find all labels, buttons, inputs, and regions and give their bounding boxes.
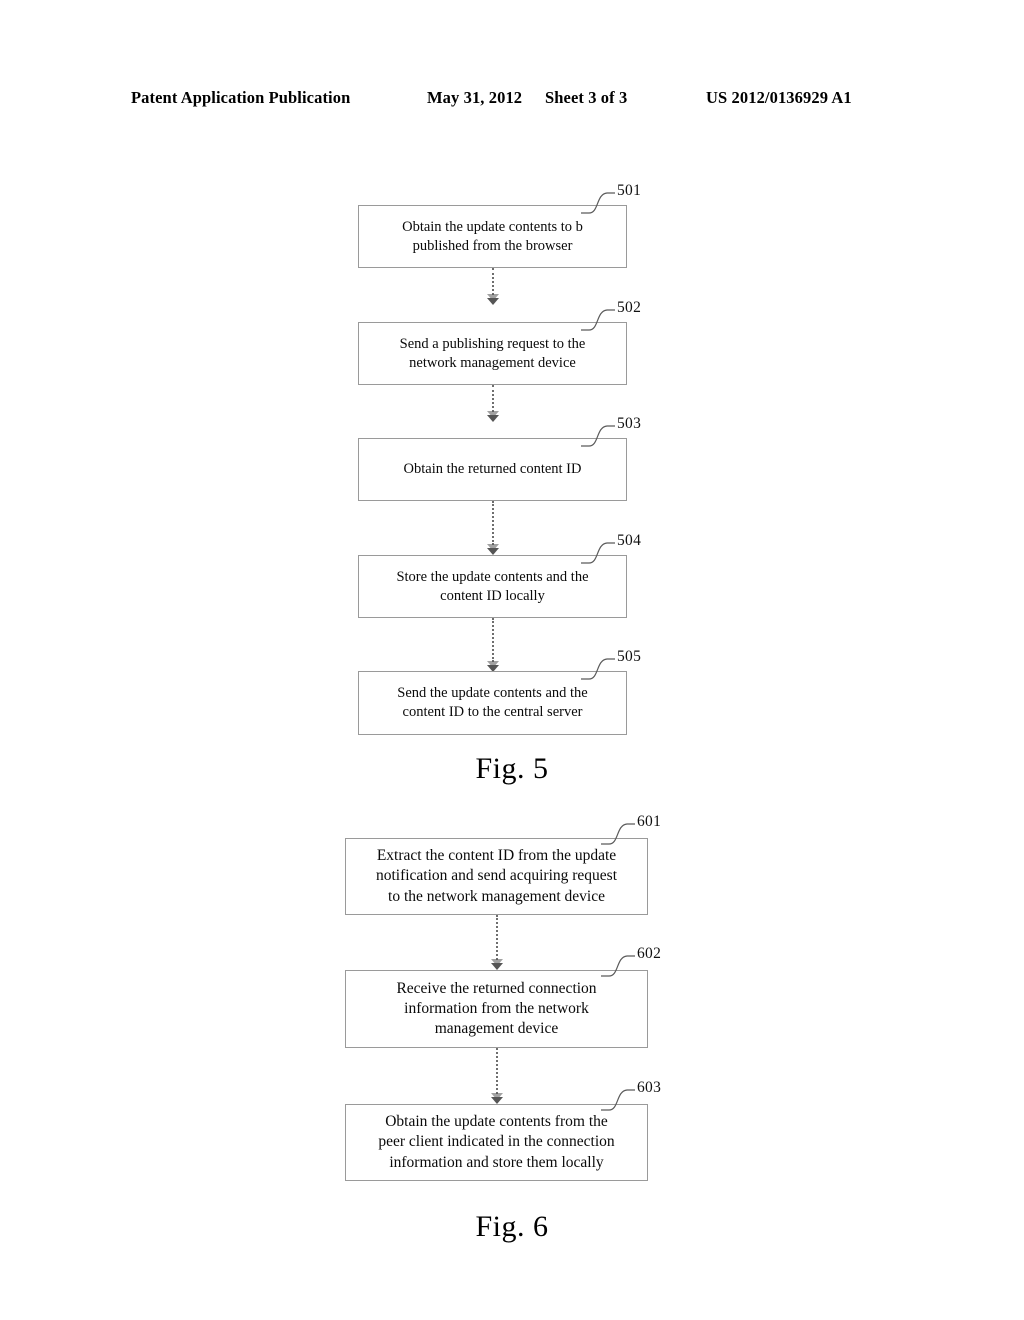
- figure-6: Extract the content ID from the update n…: [0, 805, 1024, 1265]
- flow-step-505: Send the update contents and the content…: [358, 671, 627, 735]
- flow-step-503-text: Obtain the returned content ID: [403, 461, 582, 478]
- header-sheet-label: Sheet 3 of 3: [545, 88, 628, 107]
- ref-number-602: 602: [637, 945, 662, 962]
- ref-number-603: 603: [637, 1079, 662, 1096]
- leader-line-icon: [581, 192, 615, 214]
- header-date-label: May 31, 2012: [427, 88, 523, 107]
- flow-step-501-text: Obtain the update contents to b publishe…: [402, 218, 583, 254]
- ref-number-501: 501: [617, 182, 642, 199]
- connector-504-505: [487, 618, 499, 672]
- ref-number-503: 503: [617, 415, 642, 432]
- flow-step-602: Receive the returned connection informat…: [345, 970, 648, 1048]
- ref-number-504: 504: [617, 532, 642, 549]
- leader-line-icon: [581, 309, 615, 331]
- ref-number-505: 505: [617, 648, 642, 665]
- connector-stem: [492, 501, 494, 545]
- flow-step-505-text: Send the update contents and the content…: [397, 685, 588, 720]
- flow-step-603: Obtain the update contents from the peer…: [345, 1104, 648, 1181]
- leader-line-icon: [601, 1089, 635, 1111]
- page-header: Patent Application Publication May 31, 2…: [0, 88, 1024, 112]
- connector-stem: [496, 915, 498, 960]
- flow-step-601: Extract the content ID from the update n…: [345, 838, 648, 915]
- connector-501-502: [487, 268, 499, 305]
- leader-line-icon: [601, 823, 635, 845]
- flow-step-601-text: Extract the content ID from the update n…: [375, 847, 618, 905]
- flow-step-504-text: Store the update contents and the conten…: [396, 568, 589, 604]
- connector-stem: [496, 1048, 498, 1094]
- arrow-down-icon: [487, 294, 499, 305]
- ref-number-502: 502: [617, 299, 642, 316]
- connector-602-603: [491, 1048, 503, 1104]
- flow-step-602-text: Receive the returned connection informat…: [396, 979, 597, 1038]
- flow-step-501: Obtain the update contents to b publishe…: [358, 205, 627, 268]
- flow-step-503: Obtain the returned content ID: [358, 438, 627, 501]
- arrow-down-icon: [487, 411, 499, 422]
- leader-line-icon: [601, 955, 635, 977]
- leader-line-icon: [581, 542, 615, 564]
- arrow-down-icon: [491, 959, 503, 970]
- header-patent-number: US 2012/0136929 A1: [706, 88, 852, 107]
- connector-stem: [492, 618, 494, 662]
- leader-line-icon: [581, 658, 615, 680]
- header-publication-label: Patent Application Publication: [131, 88, 351, 107]
- leader-line-icon: [581, 425, 615, 447]
- connector-stem: [492, 268, 494, 295]
- flow-step-504: Store the update contents and the conten…: [358, 555, 627, 618]
- connector-stem: [492, 385, 494, 412]
- flow-step-502-text: Send a publishing request to the network…: [399, 335, 586, 371]
- arrow-down-icon: [491, 1093, 503, 1104]
- flow-step-502: Send a publishing request to the network…: [358, 322, 627, 385]
- arrow-down-icon: [487, 544, 499, 555]
- ref-number-601: 601: [637, 813, 662, 830]
- connector-502-503: [487, 385, 499, 422]
- connector-503-504: [487, 501, 499, 555]
- figure-6-caption: Fig. 6: [475, 1210, 549, 1243]
- figure-5: Obtain the update contents to b publishe…: [0, 170, 1024, 790]
- connector-601-602: [491, 915, 503, 970]
- flow-step-603-text: Obtain the update contents from the peer…: [378, 1113, 615, 1171]
- figure-5-caption: Fig. 5: [475, 752, 549, 785]
